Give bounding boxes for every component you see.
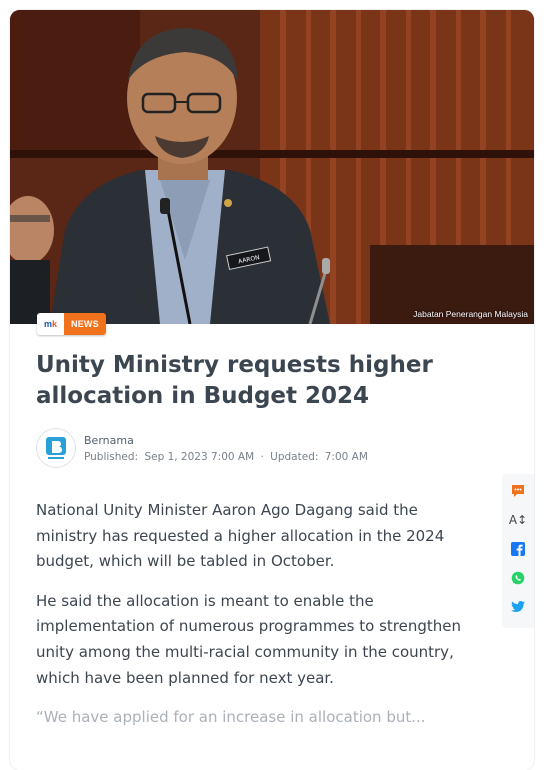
category-tag[interactable]: mk NEWS — [37, 313, 106, 335]
share-toolbar: A↕ — [502, 474, 534, 628]
mk-logo: mk — [37, 313, 64, 335]
news-label: NEWS — [64, 313, 106, 335]
paragraph: National Unity Minister Aaron Ago Dagang… — [36, 501, 445, 571]
paragraph: He said the allocation is meant to enabl… — [36, 591, 461, 687]
whatsapp-icon[interactable] — [509, 569, 527, 587]
bernama-logo-avatar[interactable] — [36, 428, 76, 468]
paragraph-preview: “We have applied for an increase in allo… — [36, 708, 426, 727]
meta-separator: · — [260, 450, 264, 463]
article-title: Unity Ministry requests higher allocatio… — [36, 352, 433, 409]
updated-label: Updated: — [270, 450, 319, 463]
article-body: National Unity Minister Aaron Ago Dagang… — [36, 498, 480, 745]
font-size-icon[interactable]: A↕ — [509, 511, 527, 529]
source-name[interactable]: Bernama — [84, 434, 371, 447]
publish-info: Published: Sep 1, 2023 7:00 AM · Updated… — [84, 451, 371, 463]
published-label: Published: — [84, 450, 139, 463]
speaker-photo: AARON — [10, 10, 534, 324]
facebook-icon[interactable] — [509, 540, 527, 558]
updated-time: 7:00 AM — [324, 450, 368, 463]
article-source: Bernama Published: Sep 1, 2023 7:00 AM ·… — [36, 428, 371, 468]
published-date: Sep 1, 2023 7:00 AM — [144, 450, 255, 463]
photo-credit: Jabatan Penerangan Malaysia — [413, 309, 528, 319]
article-card: AARON Jabatan Penerangan Malaysia mk NEW… — [10, 10, 534, 770]
bernama-logo-icon — [46, 437, 66, 459]
hero-photo: AARON Jabatan Penerangan Malaysia — [10, 10, 534, 324]
comment-icon[interactable] — [509, 482, 527, 500]
twitter-icon[interactable] — [509, 598, 527, 616]
